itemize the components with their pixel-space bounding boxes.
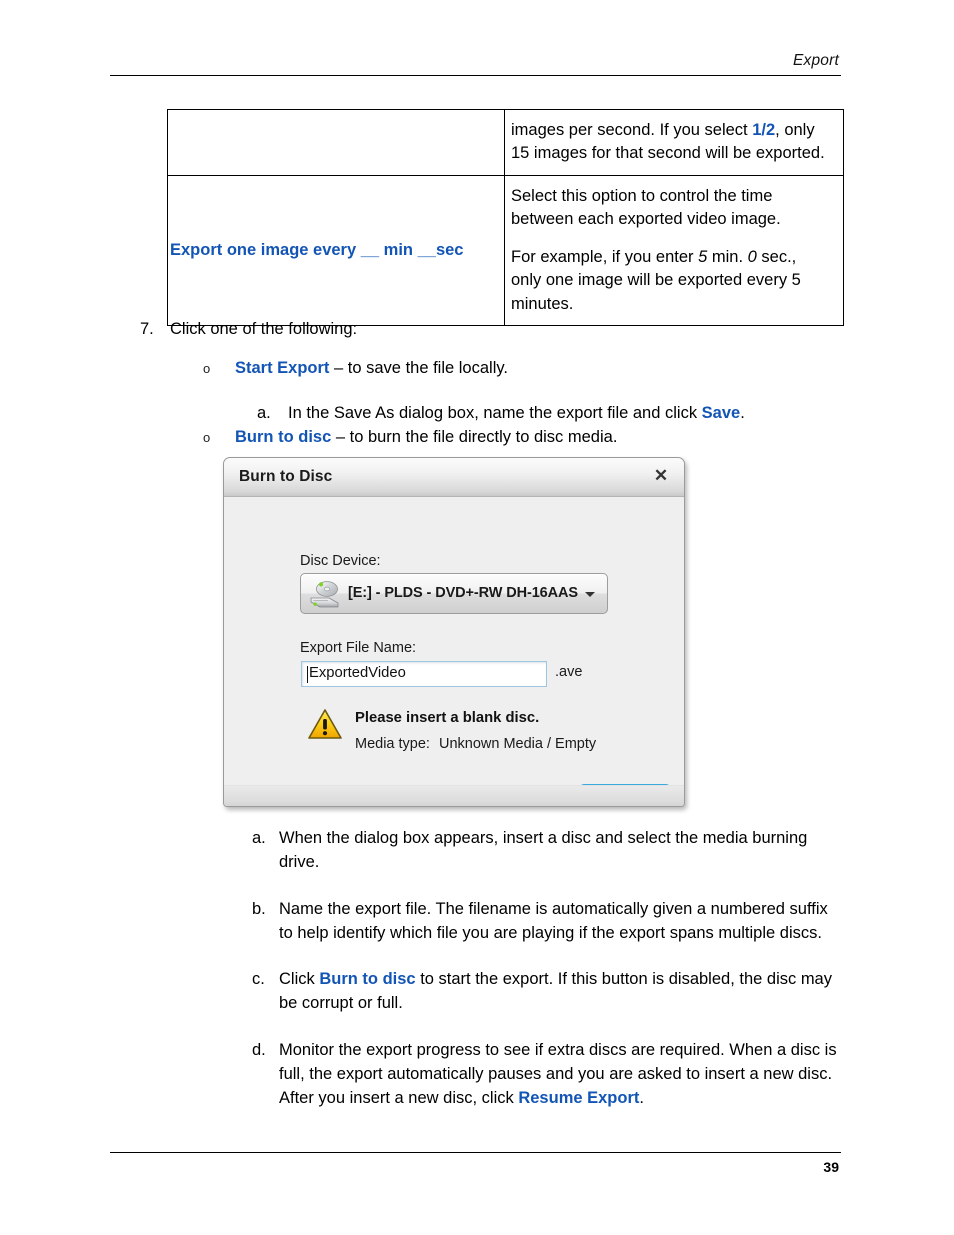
step-7: 7. Click one of the following: <box>140 318 840 342</box>
close-icon[interactable]: ✕ <box>651 466 671 486</box>
table-cell-label <box>167 109 505 176</box>
footer-divider <box>110 1152 841 1153</box>
disc-device-value: [E:] - PLDS - DVD+-RW DH-16AAS <box>348 585 578 601</box>
emphasis-zero: 0 <box>747 247 757 266</box>
nested-before-text: In the Save As dialog box, name the expo… <box>288 404 702 423</box>
step-text: Click one of the following: <box>170 320 358 338</box>
table-row: images per second. If you select 1/2, on… <box>167 109 844 176</box>
warning-title: Please insert a blank disc. <box>355 710 540 726</box>
export-file-name-label: Export File Name: <box>300 640 417 656</box>
dialog-footer-strip <box>224 785 684 806</box>
option-description: Select this option to control the time b… <box>505 176 843 325</box>
nested-list-item-text: In the Save As dialog box, name the expo… <box>288 402 843 426</box>
option-description: images per second. If you select 1/2, on… <box>505 110 843 175</box>
burn-to-disc-dialog-figure: Burn to Disc ✕ Disc Device: [E:] - PLDS … <box>223 457 685 807</box>
dialog-titlebar: Burn to Disc ✕ <box>224 458 684 497</box>
disc-device-select[interactable]: [E:] - PLDS - DVD+-RW DH-16AAS <box>300 573 608 614</box>
description-paragraph: Select this option to control the time b… <box>511 185 831 232</box>
table-cell-label: Export one image every __ min __sec <box>167 174 505 326</box>
step-number: 7. <box>140 320 154 338</box>
list-item: o Burn to disc – to burn the file direct… <box>203 426 843 450</box>
dialog-title: Burn to Disc <box>239 468 333 485</box>
list-item-text: Name the export file. The filename is au… <box>279 897 842 946</box>
list-marker: d. <box>252 1040 266 1059</box>
warning-triangle-icon <box>307 708 343 741</box>
running-header: Export <box>110 52 841 76</box>
nested-list-item: a. In the Save As dialog box, name the e… <box>203 402 843 426</box>
media-type-label: Media type: <box>355 736 430 752</box>
link-save[interactable]: Save <box>702 404 741 422</box>
list-item-text: Burn to disc – to burn the file directly… <box>235 426 843 450</box>
page-number: 39 <box>823 1159 839 1175</box>
disc-device-label: Disc Device: <box>300 553 381 569</box>
link-burn-to-disc[interactable]: Burn to disc <box>319 970 415 988</box>
list-marker: a. <box>252 829 266 847</box>
file-extension-label: .ave <box>555 664 583 680</box>
list-marker: b. <box>252 899 266 918</box>
list-marker: c. <box>252 970 265 988</box>
list-item: o Start Export – to save the file locall… <box>203 357 843 381</box>
bullet-marker: o <box>203 361 211 376</box>
list-item: a. When the dialog box appears, insert a… <box>252 826 842 875</box>
list-item: c. Click Burn to disc to start the expor… <box>252 967 842 1016</box>
table-cell-description: Select this option to control the time b… <box>504 174 844 326</box>
list-item-text: Monitor the export progress to see if ex… <box>279 1038 842 1111</box>
description-text: For example, if you enter <box>511 247 699 266</box>
header-title: Export <box>793 52 839 69</box>
page-footer: 39 <box>110 1152 841 1175</box>
list-item-text: When the dialog box appears, insert a di… <box>279 826 842 875</box>
options-bullet-list: o Start Export – to save the file locall… <box>203 357 843 450</box>
list-item-rest: – to burn the file directly to disc medi… <box>331 427 618 446</box>
link-burn-to-disc[interactable]: Burn to disc <box>235 428 331 446</box>
header-divider <box>110 75 841 76</box>
description-text: images per second. If you select <box>511 121 753 139</box>
description-paragraph: images per second. If you select 1/2, on… <box>511 119 831 166</box>
link-start-export[interactable]: Start Export <box>235 359 329 377</box>
emphasis-five: 5 <box>698 247 708 266</box>
text-caret <box>307 666 308 683</box>
description-paragraph: For example, if you enter 5 min. 0 sec.,… <box>511 246 831 316</box>
description-text: Select this option to control the time b… <box>511 186 781 229</box>
link-resume-export[interactable]: Resume Export <box>518 1089 639 1107</box>
table-row: Export one image every __ min __sec Sele… <box>167 174 844 326</box>
export-file-name-value: ExportedVideo <box>309 665 406 681</box>
inline-link-half: 1/2 <box>752 121 776 139</box>
options-table: images per second. If you select 1/2, on… <box>167 109 844 326</box>
list-item-text: Start Export – to save the file locally. <box>235 357 843 381</box>
dialog-body: Disc Device: [E:] - PLDS - DVD+-RW DH-16… <box>224 497 684 806</box>
list-item-rest: – to save the file locally. <box>329 359 508 377</box>
description-text: min. <box>707 247 748 266</box>
burn-to-disc-dialog: Burn to Disc ✕ Disc Device: [E:] - PLDS … <box>223 457 685 807</box>
step-text: Name the export file. The filename is au… <box>279 899 828 942</box>
chevron-down-icon[interactable] <box>585 592 595 597</box>
burn-procedure-list: a. When the dialog box appears, insert a… <box>252 826 842 1110</box>
option-label <box>168 132 504 152</box>
step-text: . <box>639 1089 644 1107</box>
nested-after-text: . <box>740 404 745 423</box>
list-item: b. Name the export file. The filename is… <box>252 897 842 946</box>
step-text: When the dialog box appears, insert a di… <box>279 829 808 872</box>
bullet-marker: o <box>203 429 211 445</box>
option-label: Export one image every __ min __sec <box>170 241 464 260</box>
list-item-text: Click Burn to disc to start the export. … <box>279 967 842 1016</box>
export-file-name-input[interactable]: ExportedVideo <box>301 661 547 687</box>
step-text: Click <box>279 970 320 988</box>
document-page: Export images per second. If you select … <box>0 0 954 1235</box>
nested-marker: a. <box>257 404 271 423</box>
media-type-value: Unknown Media / Empty <box>439 736 597 752</box>
list-item: d. Monitor the export progress to see if… <box>252 1038 842 1111</box>
disc-drive-icon <box>309 579 341 610</box>
table-cell-description: images per second. If you select 1/2, on… <box>504 109 844 176</box>
